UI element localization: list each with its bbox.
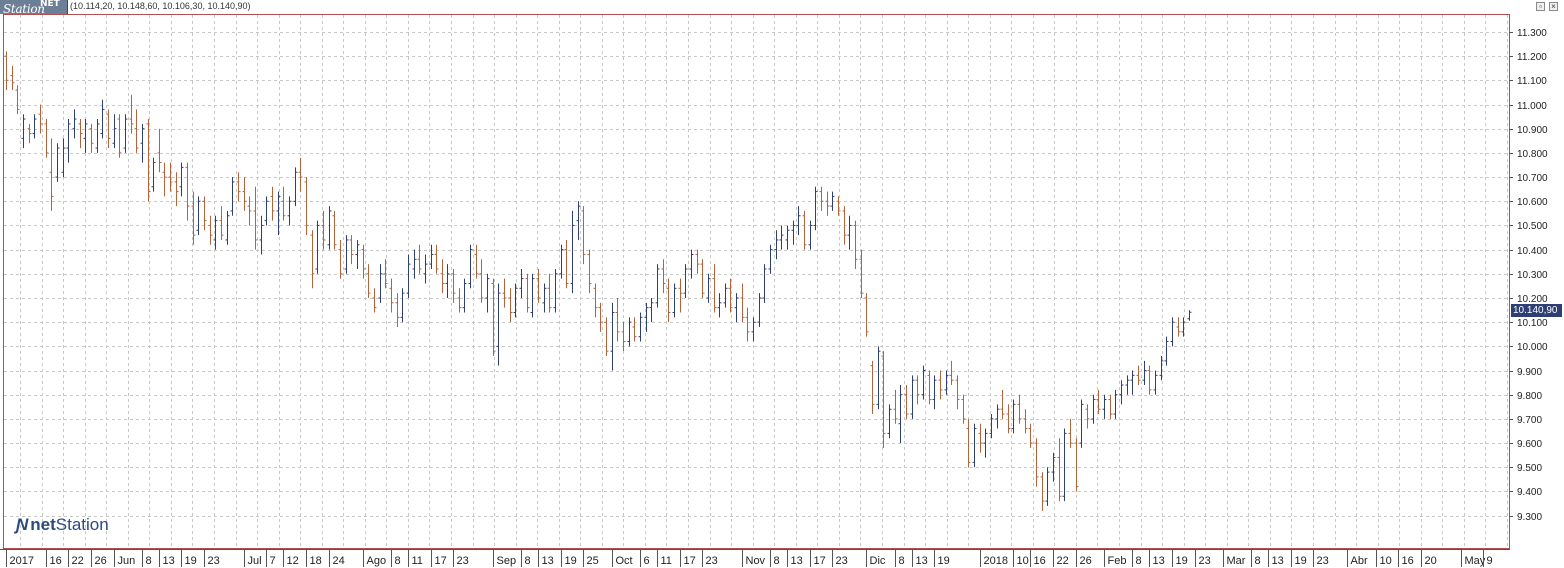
y-tick-label: 11.300 xyxy=(1517,28,1547,39)
y-tick-label: 11.000 xyxy=(1517,101,1547,112)
x-tick-label: 11 xyxy=(412,555,423,567)
ohlc-chart[interactable]: 9.300 9.400 9.500 9.600 9.700 9.800 9.900 10.00… xyxy=(0,0,1564,568)
x-tick-label: 19 xyxy=(565,555,577,567)
x-tick-label: 6 xyxy=(644,555,650,567)
x-tick-label: 23 xyxy=(1199,555,1211,567)
y-tick-label: 11.200 xyxy=(1517,52,1547,63)
x-tick-label: 26 xyxy=(1080,555,1092,567)
x-tick-label: May xyxy=(1465,555,1486,567)
x-tick-label: 17 xyxy=(684,555,696,567)
x-tick-label: 16 xyxy=(1034,555,1046,567)
x-tick-label: Mar xyxy=(1227,555,1246,567)
x-tick-label: 7 xyxy=(270,555,276,567)
x-tick-label: Sep xyxy=(497,555,517,567)
x-tick-label: 17 xyxy=(435,555,447,567)
x-tick-label: 9 xyxy=(1487,555,1493,567)
x-tick-label: 11 xyxy=(661,555,672,567)
x-tick-label: 8 xyxy=(525,555,531,567)
y-tick-label: 9.500 xyxy=(1517,463,1542,474)
x-tick-label: 18 xyxy=(310,555,322,567)
x-tick-label: 8 xyxy=(146,555,152,567)
y-tick-label: 10.800 xyxy=(1517,149,1548,160)
x-tick-label: 23 xyxy=(836,555,848,567)
netstation-logo-icon: Ɲ xyxy=(16,515,29,534)
x-tick-label: 13 xyxy=(1272,555,1284,567)
x-tick-label: Abr xyxy=(1351,555,1368,567)
y-tick-label: 10.400 xyxy=(1517,246,1548,257)
y-tick-label: 9.700 xyxy=(1517,415,1542,426)
y-tick-label: 9.800 xyxy=(1517,391,1542,402)
y-tick-label: 10.600 xyxy=(1517,197,1548,208)
x-tick-label: 23 xyxy=(1317,555,1329,567)
x-tick-label: 8 xyxy=(774,555,780,567)
x-tick-label: 22 xyxy=(72,555,84,567)
x-tick-label: 10 xyxy=(1380,555,1392,567)
y-tick-label: 9.600 xyxy=(1517,439,1542,450)
y-tick-label: 10.500 xyxy=(1517,221,1548,232)
x-tick-label: 17 xyxy=(814,555,826,567)
x-tick-label: 19 xyxy=(1176,555,1188,567)
x-tick-label: 24 xyxy=(333,555,345,567)
y-tick-label: 9.400 xyxy=(1517,487,1542,498)
y-tick-label: 10.100 xyxy=(1517,318,1548,329)
x-tick-label: 8 xyxy=(1136,555,1142,567)
x-tick-label: 16 xyxy=(50,555,62,567)
x-tick-label: Nov xyxy=(746,555,766,567)
x-tick-label: 2018 xyxy=(984,555,1008,567)
x-tick-label: 12 xyxy=(287,555,299,567)
x-tick-label: 16 xyxy=(1402,555,1414,567)
x-tick-label: 13 xyxy=(791,555,803,567)
x-tick-label: 8 xyxy=(899,555,905,567)
x-tick-label: 13 xyxy=(1153,555,1165,567)
x-tick-label: 8 xyxy=(395,555,401,567)
y-tick-label: 10.700 xyxy=(1517,173,1548,184)
x-tick-label: 23 xyxy=(208,555,220,567)
x-tick-label: Jun xyxy=(118,555,136,567)
y-tick-label: 9.900 xyxy=(1517,367,1542,378)
x-tick-label: 20 xyxy=(1425,555,1437,567)
x-tick-label: Ago xyxy=(367,555,387,567)
x-tick-label: 13 xyxy=(916,555,928,567)
x-tick-label: 23 xyxy=(457,555,469,567)
x-tick-label: 25 xyxy=(587,555,599,567)
y-tick-label: 10.300 xyxy=(1517,270,1548,281)
last-price-tag: 10.140,90 xyxy=(1511,304,1562,317)
x-tick-label: 23 xyxy=(706,555,718,567)
x-tick-label: 10 xyxy=(1017,555,1029,567)
x-tick-label: 19 xyxy=(185,555,197,567)
x-tick-label: 13 xyxy=(542,555,554,567)
x-tick-label: 2017 xyxy=(10,555,34,567)
y-tick-label: 9.300 xyxy=(1517,512,1542,523)
x-tick-label: 13 xyxy=(163,555,175,567)
x-tick-label: 19 xyxy=(1295,555,1307,567)
y-tick-label: 11.100 xyxy=(1517,76,1547,87)
x-tick-label: 8 xyxy=(1255,555,1261,567)
y-tick-label: 10.000 xyxy=(1517,342,1548,353)
x-tick-label: 19 xyxy=(938,555,950,567)
x-tick-label: Oct xyxy=(616,555,633,567)
x-tick-label: 26 xyxy=(95,555,107,567)
x-tick-label: Jul xyxy=(248,555,262,567)
x-tick-label: Feb xyxy=(1108,555,1127,567)
x-tick-label: 22 xyxy=(1057,555,1069,567)
netstation-watermark: ƝnetStation xyxy=(16,515,109,534)
x-tick-label: Dic xyxy=(870,555,886,567)
y-tick-label: 10.900 xyxy=(1517,125,1548,136)
